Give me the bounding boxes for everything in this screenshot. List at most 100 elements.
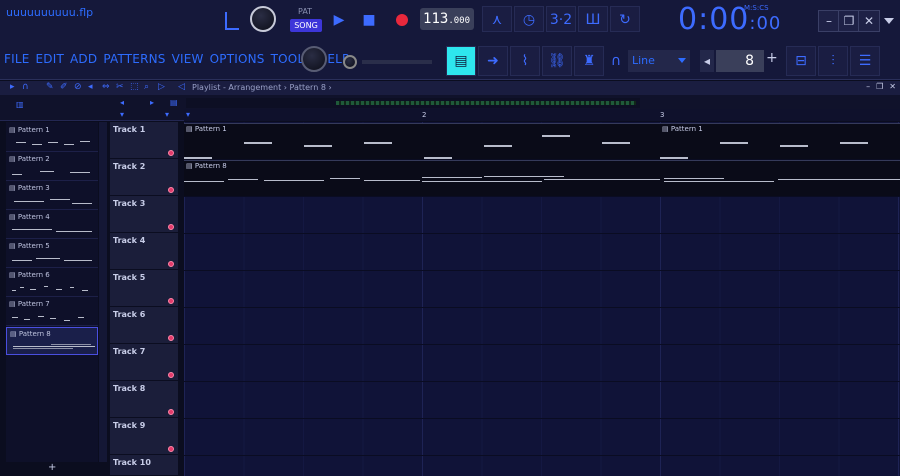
track-header[interactable]: Track 7	[110, 344, 178, 381]
scroll-left-icon[interactable]: ◂	[120, 98, 124, 107]
pattern-clip[interactable]: ▤ Pattern 1	[660, 123, 900, 159]
step-decrement-button[interactable]: ◂	[700, 50, 714, 72]
snap-select[interactable]: Line	[628, 50, 690, 72]
select-icon[interactable]: ⬚	[130, 82, 139, 92]
speaker-volume-icon[interactable]: ◁	[178, 82, 185, 92]
pattern-item[interactable]: ▤ Pattern 6	[6, 269, 98, 297]
track-mute-led[interactable]	[168, 335, 174, 341]
playhead-marker-icon[interactable]: ▾	[186, 110, 190, 119]
track-mute-led[interactable]	[168, 150, 174, 156]
mixer-button[interactable]: ⫶	[818, 46, 848, 76]
track-header[interactable]: Track 1	[110, 122, 178, 159]
song-label[interactable]: SONG	[290, 19, 322, 32]
zoom-icon[interactable]: ⌕	[144, 82, 149, 92]
master-volume-knob[interactable]	[250, 6, 276, 32]
pattern-clip[interactable]: ▤ Pattern 8	[184, 160, 900, 196]
track-down-icon[interactable]: ▾	[165, 110, 169, 119]
scroll-right-icon[interactable]: ▸	[150, 98, 154, 107]
speaker-icon[interactable]: ◂	[88, 82, 93, 92]
master-pitch-knob[interactable]	[301, 46, 327, 72]
track-mute-led[interactable]	[168, 224, 174, 230]
playlist-menu-icon[interactable]: ▸	[10, 82, 15, 92]
pattern-label: ▤ Pattern 1	[9, 126, 50, 134]
stop-button[interactable]: ■	[355, 6, 383, 34]
pattern-item[interactable]: ▤ Pattern 7	[6, 298, 98, 326]
channel-rack-button[interactable]: ⊟	[786, 46, 816, 76]
pattern-item[interactable]: ▤ Pattern 4	[6, 211, 98, 239]
menu-add[interactable]: ADD	[70, 52, 97, 66]
track-mute-led[interactable]	[168, 409, 174, 415]
clip-note	[840, 142, 868, 144]
playlist-view-button[interactable]: ▤	[446, 46, 476, 76]
track-header[interactable]: Track 10	[110, 455, 178, 476]
menu-edit[interactable]: EDIT	[36, 52, 65, 66]
playlist-minimize-button[interactable]: –	[866, 82, 870, 91]
menu-patterns[interactable]: PATTERNS	[103, 52, 165, 66]
track-header[interactable]: Track 6	[110, 307, 178, 344]
pattern-item[interactable]: ▤ Pattern 5	[6, 240, 98, 268]
playlist-restore-button[interactable]: ❐	[876, 82, 883, 91]
step-value[interactable]: 8	[716, 50, 764, 72]
track-mute-led[interactable]	[168, 261, 174, 267]
wait-input-button[interactable]: ◷	[514, 6, 544, 32]
pat-song-toggle[interactable]: PAT SONG	[290, 5, 324, 35]
window-menu-chevron-icon[interactable]	[884, 18, 894, 24]
stop-icon: ■	[362, 12, 376, 28]
link-button[interactable]: ⛓	[542, 46, 572, 76]
track-up-icon[interactable]: ▾	[120, 110, 124, 119]
pattern-item-selected[interactable]: ▤ Pattern 8	[6, 327, 98, 355]
plugin-button[interactable]: ☰	[850, 46, 880, 76]
countdown-button[interactable]: 3·2	[546, 6, 576, 32]
track-mute-led[interactable]	[168, 298, 174, 304]
menu-file[interactable]: FILE	[4, 52, 30, 66]
brush-icon[interactable]: ✐	[60, 82, 68, 92]
small-knob[interactable]	[343, 55, 357, 69]
track-header[interactable]: Track 2	[110, 159, 178, 196]
playlist-close-button[interactable]: ✕	[889, 82, 896, 91]
play-button[interactable]: ▶	[325, 6, 353, 34]
maximize-button[interactable]: ❐	[838, 10, 860, 32]
step-edit-button[interactable]: Ш	[578, 6, 608, 32]
pencil-icon[interactable]: ✎	[46, 82, 54, 92]
record-button[interactable]	[388, 6, 416, 34]
arrangement-grid[interactable]: ▤ Pattern 1 ▤ Pattern 1 ▤ Pattern 8	[184, 122, 900, 476]
track-header[interactable]: Track 9	[110, 418, 178, 455]
track-header[interactable]: Track 8	[110, 381, 178, 418]
magnet-snap-icon[interactable]: ∩	[22, 82, 29, 92]
pattern-item[interactable]: ▤ Pattern 1	[6, 124, 98, 152]
mute-icon[interactable]: ⊘	[74, 82, 82, 92]
browser-button[interactable]: ♜	[574, 46, 604, 76]
pattern-label: ▤ Pattern 7	[9, 300, 50, 308]
timeline-ruler[interactable]: ▾ 2 3	[184, 109, 900, 121]
piano-keys-icon[interactable]: ▥	[16, 100, 24, 109]
playback-icon[interactable]: ▷	[158, 82, 165, 92]
track-mute-led[interactable]	[168, 187, 174, 193]
keyboard-icon[interactable]: ▤	[170, 98, 178, 107]
tempo-display[interactable]: 113.000	[420, 8, 474, 30]
step-increment-button[interactable]: +	[766, 50, 778, 66]
slip-icon[interactable]: ⇔	[102, 82, 110, 92]
slice-icon[interactable]: ✂	[116, 82, 124, 92]
loop-icon: ↻	[619, 12, 631, 28]
track-header[interactable]: Track 4	[110, 233, 178, 270]
menu-options[interactable]: OPTIONS	[210, 52, 265, 66]
metronome-button[interactable]: ⋏	[482, 6, 512, 32]
track-header[interactable]: Track 5	[110, 270, 178, 307]
pattern-arrow-button[interactable]: ➜	[478, 46, 508, 76]
magnet-icon[interactable]: ∩	[607, 52, 625, 70]
add-pattern-button[interactable]: +	[48, 462, 56, 473]
pattern-item[interactable]: ▤ Pattern 2	[6, 153, 98, 181]
loop-record-button[interactable]: ↻	[610, 6, 640, 32]
song-overview-scrollbar[interactable]	[186, 98, 640, 108]
picker-scrollbar[interactable]	[99, 122, 107, 462]
piano-roll-button[interactable]: ⌇	[510, 46, 540, 76]
master-slider[interactable]	[362, 60, 432, 64]
minimize-button[interactable]: –	[818, 10, 840, 32]
close-button[interactable]: ✕	[858, 10, 880, 32]
track-mute-led[interactable]	[168, 372, 174, 378]
pattern-clip[interactable]: ▤ Pattern 1	[184, 123, 660, 159]
track-header[interactable]: Track 3	[110, 196, 178, 233]
track-mute-led[interactable]	[168, 446, 174, 452]
pattern-item[interactable]: ▤ Pattern 3	[6, 182, 98, 210]
menu-view[interactable]: VIEW	[172, 52, 204, 66]
